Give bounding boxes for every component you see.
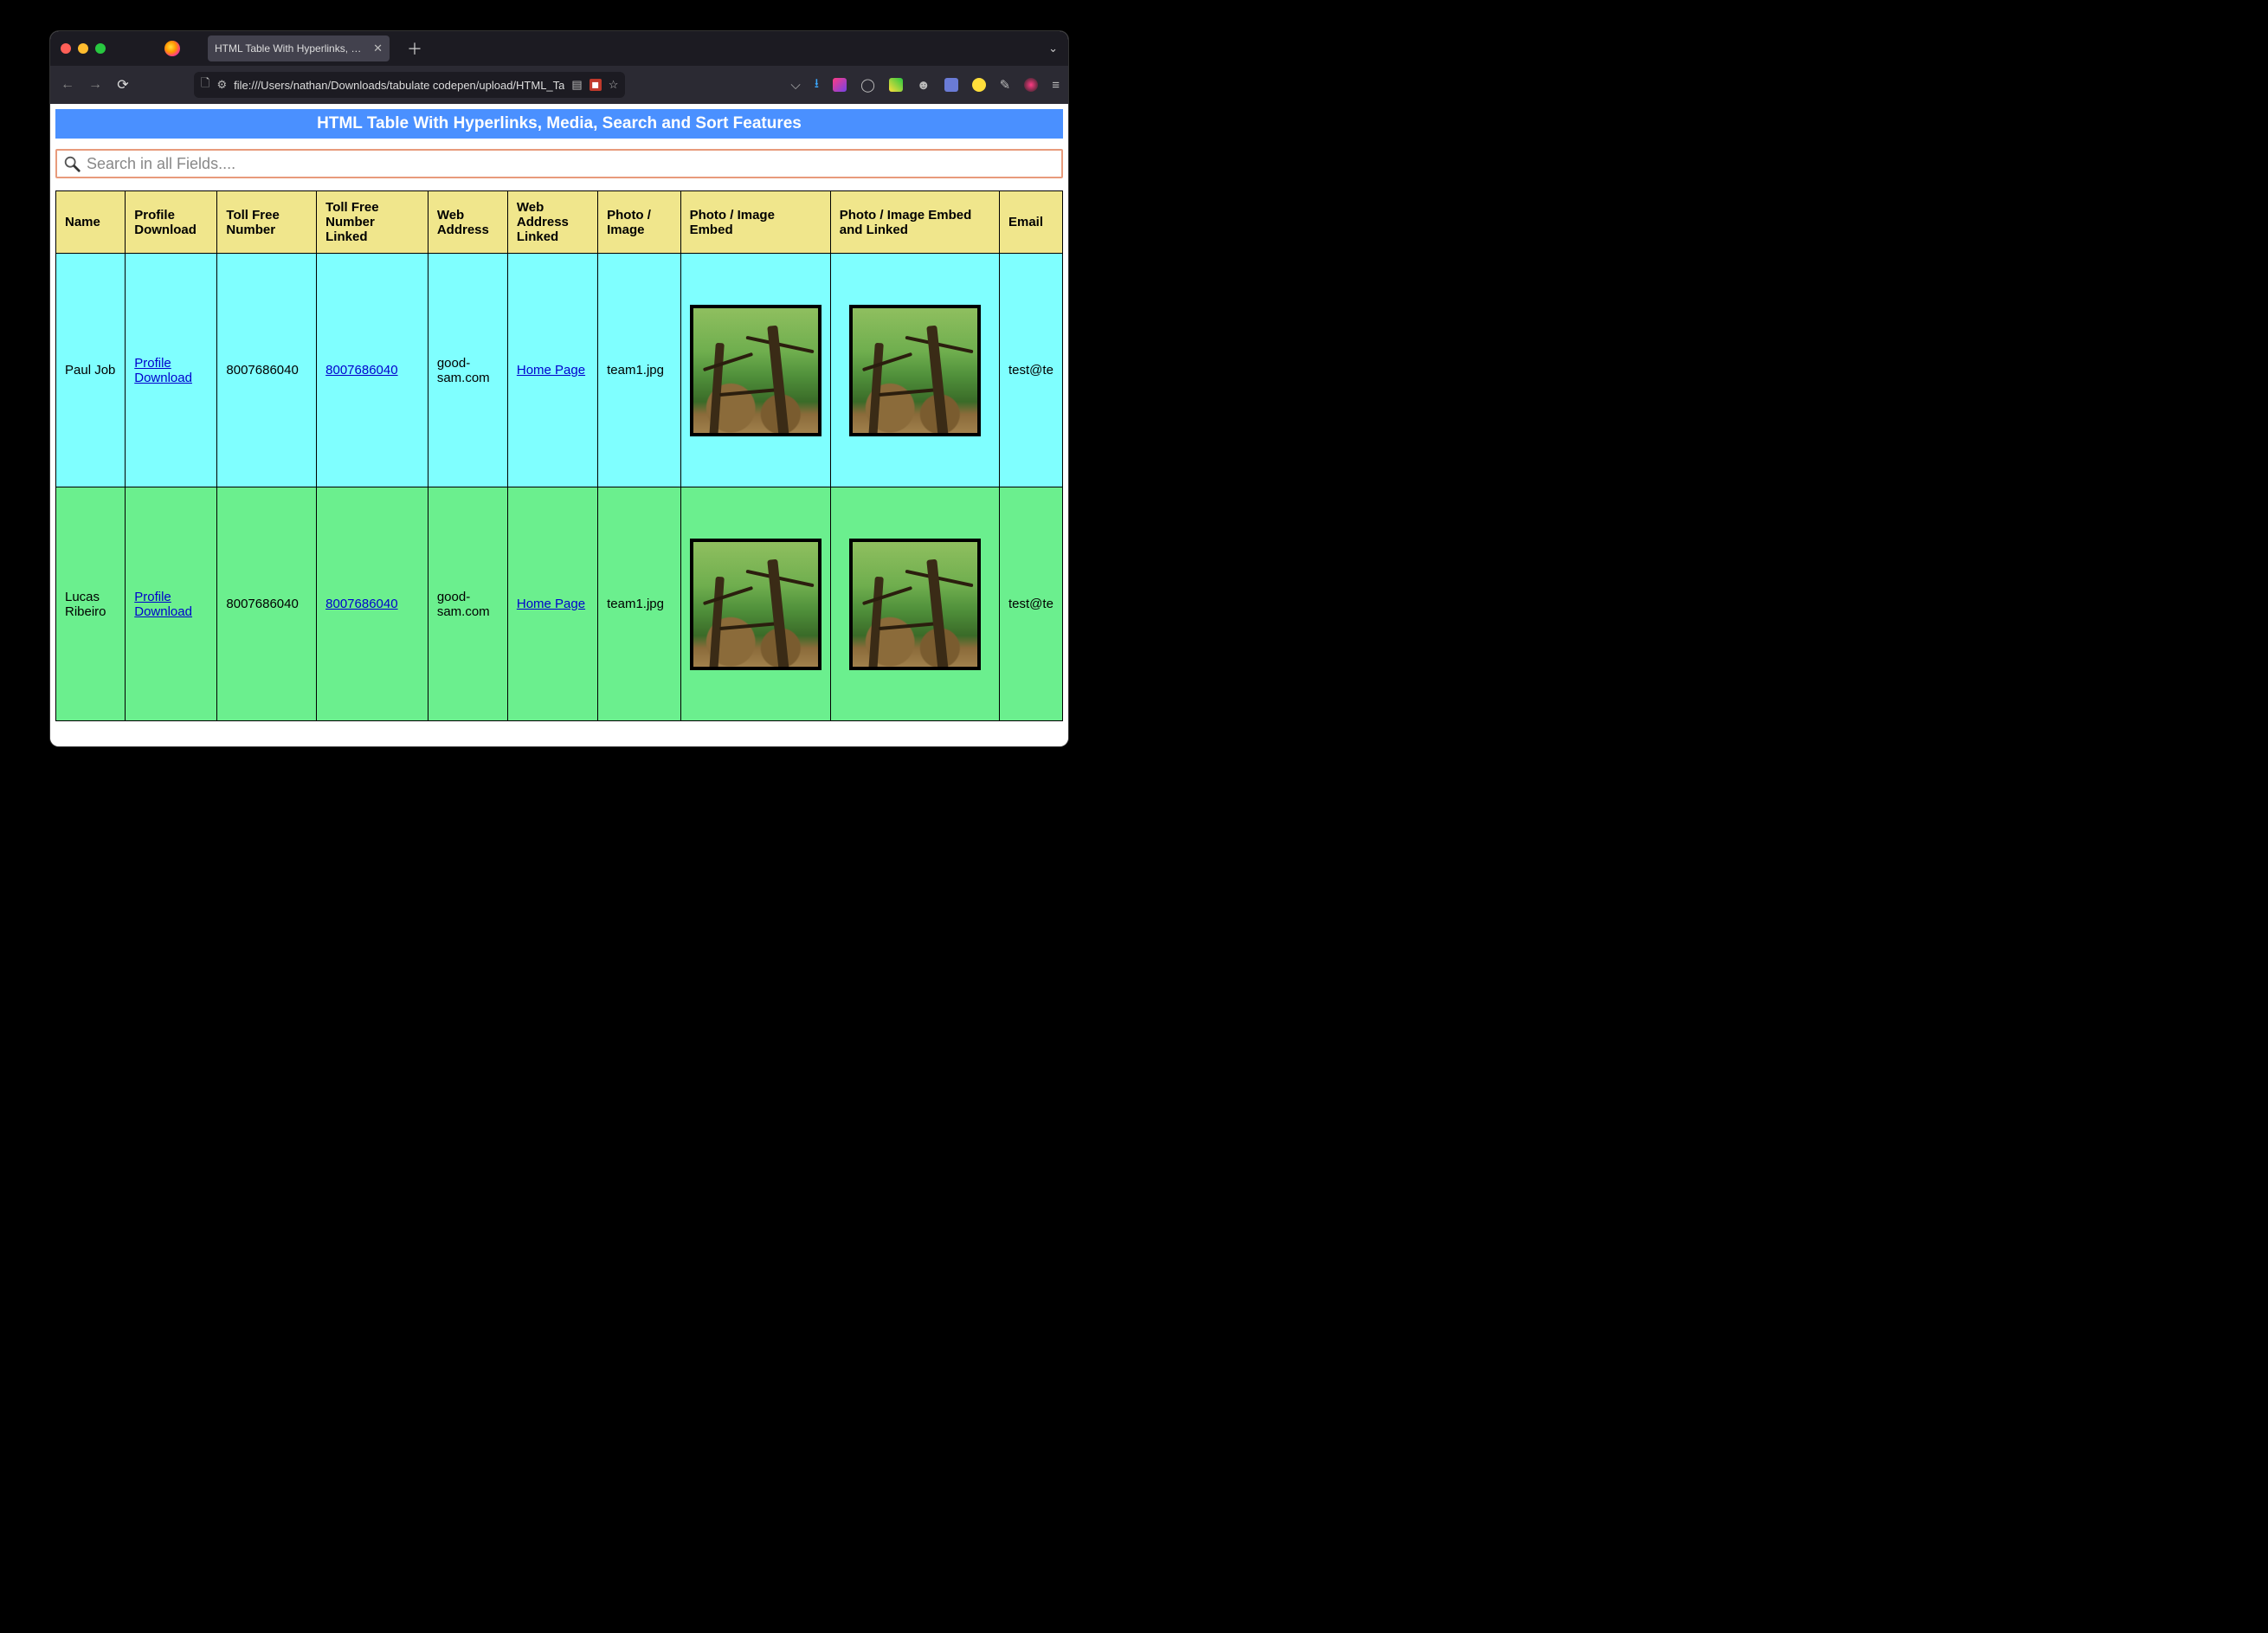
- cell-toll-free: 8007686040: [217, 487, 317, 721]
- bookmark-star-icon[interactable]: ☆: [609, 78, 619, 92]
- cell-photo: team1.jpg: [598, 254, 680, 487]
- home-page-link[interactable]: Home Page: [517, 597, 585, 611]
- tabs-dropdown-icon[interactable]: ⌄: [1048, 42, 1058, 55]
- browser-window: HTML Table With Hyperlinks, Media, ✕ ＋ ⌄…: [50, 31, 1068, 746]
- extension-icon-3[interactable]: [889, 78, 903, 92]
- reload-button[interactable]: ⟳: [114, 76, 132, 94]
- cell-photo-embed: [680, 487, 830, 721]
- cell-photo-embed-linked: [830, 487, 999, 721]
- table-header-row: Name Profile Download Toll Free Number T…: [56, 191, 1063, 254]
- tab-title: HTML Table With Hyperlinks, Media,: [215, 42, 366, 55]
- extension-icon-8[interactable]: [1024, 78, 1038, 92]
- col-web-address[interactable]: Web Address: [428, 191, 507, 254]
- toll-free-link[interactable]: 8007686040: [325, 597, 397, 611]
- window-controls: [61, 43, 106, 54]
- cell-web-address-linked: Home Page: [507, 254, 597, 487]
- cell-web-address: good-sam.com: [428, 254, 507, 487]
- cell-toll-free-linked: 8007686040: [317, 487, 428, 721]
- minimize-window-button[interactable]: [78, 43, 88, 54]
- extension-icon-5[interactable]: [944, 78, 958, 92]
- table-row: Paul Job Profile Download 8007686040 800…: [56, 254, 1063, 487]
- downloads-icon[interactable]: ⭳: [815, 74, 819, 96]
- col-photo-embed[interactable]: Photo / Image Embed: [680, 191, 830, 254]
- cell-photo-embed-linked: [830, 254, 999, 487]
- home-page-link[interactable]: Home Page: [517, 363, 585, 378]
- back-button[interactable]: ←: [59, 77, 76, 93]
- page-title: HTML Table With Hyperlinks, Media, Searc…: [55, 109, 1063, 139]
- toolbar-extensions: ⌵ ⭳ ◯ ☻ ✎ ≡: [790, 74, 1060, 96]
- col-photo[interactable]: Photo / Image: [598, 191, 680, 254]
- embedded-image: [690, 305, 822, 436]
- toolbar: ← → ⟳ 🗋 ⚙ file:///Users/nathan/Downloads…: [50, 66, 1068, 104]
- cell-email: test@te: [1000, 487, 1063, 721]
- cell-web-address-linked: Home Page: [507, 487, 597, 721]
- table-row: Lucas Ribeiro Profile Download 800768604…: [56, 487, 1063, 721]
- titlebar: HTML Table With Hyperlinks, Media, ✕ ＋ ⌄: [50, 31, 1068, 66]
- file-icon: 🗋: [201, 75, 209, 94]
- close-tab-icon[interactable]: ✕: [373, 42, 383, 55]
- browser-tab[interactable]: HTML Table With Hyperlinks, Media, ✕: [208, 36, 390, 61]
- col-photo-embed-linked[interactable]: Photo / Image Embed and Linked: [830, 191, 999, 254]
- new-tab-button[interactable]: ＋: [396, 37, 433, 60]
- cell-profile-download: Profile Download: [126, 254, 217, 487]
- search-icon: [62, 154, 81, 173]
- embedded-image: [849, 305, 981, 436]
- embedded-image: [690, 539, 822, 670]
- close-window-button[interactable]: [61, 43, 71, 54]
- cell-photo: team1.jpg: [598, 487, 680, 721]
- toll-free-link[interactable]: 8007686040: [325, 363, 397, 378]
- maximize-window-button[interactable]: [95, 43, 106, 54]
- col-email[interactable]: Email: [1000, 191, 1063, 254]
- extension-icon-7[interactable]: ✎: [1000, 77, 1011, 93]
- profile-download-link[interactable]: Profile Download: [134, 356, 192, 385]
- embedded-image-link[interactable]: [840, 539, 990, 670]
- cell-name: Lucas Ribeiro: [56, 487, 126, 721]
- cell-toll-free-linked: 8007686040: [317, 254, 428, 487]
- col-web-address-linked[interactable]: Web Address Linked: [507, 191, 597, 254]
- col-toll-free[interactable]: Toll Free Number: [217, 191, 317, 254]
- embedded-image: [849, 539, 981, 670]
- url-bar[interactable]: 🗋 ⚙ file:///Users/nathan/Downloads/tabul…: [194, 72, 625, 98]
- cell-toll-free: 8007686040: [217, 254, 317, 487]
- firefox-logo-icon: [164, 41, 180, 56]
- embedded-image-link[interactable]: [840, 305, 990, 436]
- col-toll-free-linked[interactable]: Toll Free Number Linked: [317, 191, 428, 254]
- cell-web-address: good-sam.com: [428, 487, 507, 721]
- cell-profile-download: Profile Download: [126, 487, 217, 721]
- cell-name: Paul Job: [56, 254, 126, 487]
- app-menu-icon[interactable]: ≡: [1052, 78, 1060, 93]
- search-input[interactable]: [87, 155, 1056, 173]
- permissions-icon[interactable]: ⚙: [216, 78, 227, 92]
- forward-button[interactable]: →: [87, 77, 104, 93]
- extension-icon-1[interactable]: [833, 78, 847, 92]
- reader-mode-icon[interactable]: ▤: [571, 78, 582, 92]
- col-profile-download[interactable]: Profile Download: [126, 191, 217, 254]
- url-text: file:///Users/nathan/Downloads/tabulate …: [234, 79, 564, 92]
- blocker-badge-icon[interactable]: ◼: [590, 79, 602, 91]
- extension-icon-2[interactable]: ◯: [860, 77, 875, 93]
- pocket-icon[interactable]: ⌵: [790, 78, 800, 93]
- search-container: [55, 149, 1063, 178]
- col-name[interactable]: Name: [56, 191, 126, 254]
- page-content: HTML Table With Hyperlinks, Media, Searc…: [50, 104, 1068, 746]
- cell-photo-embed: [680, 254, 830, 487]
- data-table: Name Profile Download Toll Free Number T…: [55, 190, 1063, 721]
- extension-icon-6[interactable]: [972, 78, 986, 92]
- profile-download-link[interactable]: Profile Download: [134, 590, 192, 619]
- cell-email: test@te: [1000, 254, 1063, 487]
- extension-icon-4[interactable]: ☻: [917, 78, 931, 93]
